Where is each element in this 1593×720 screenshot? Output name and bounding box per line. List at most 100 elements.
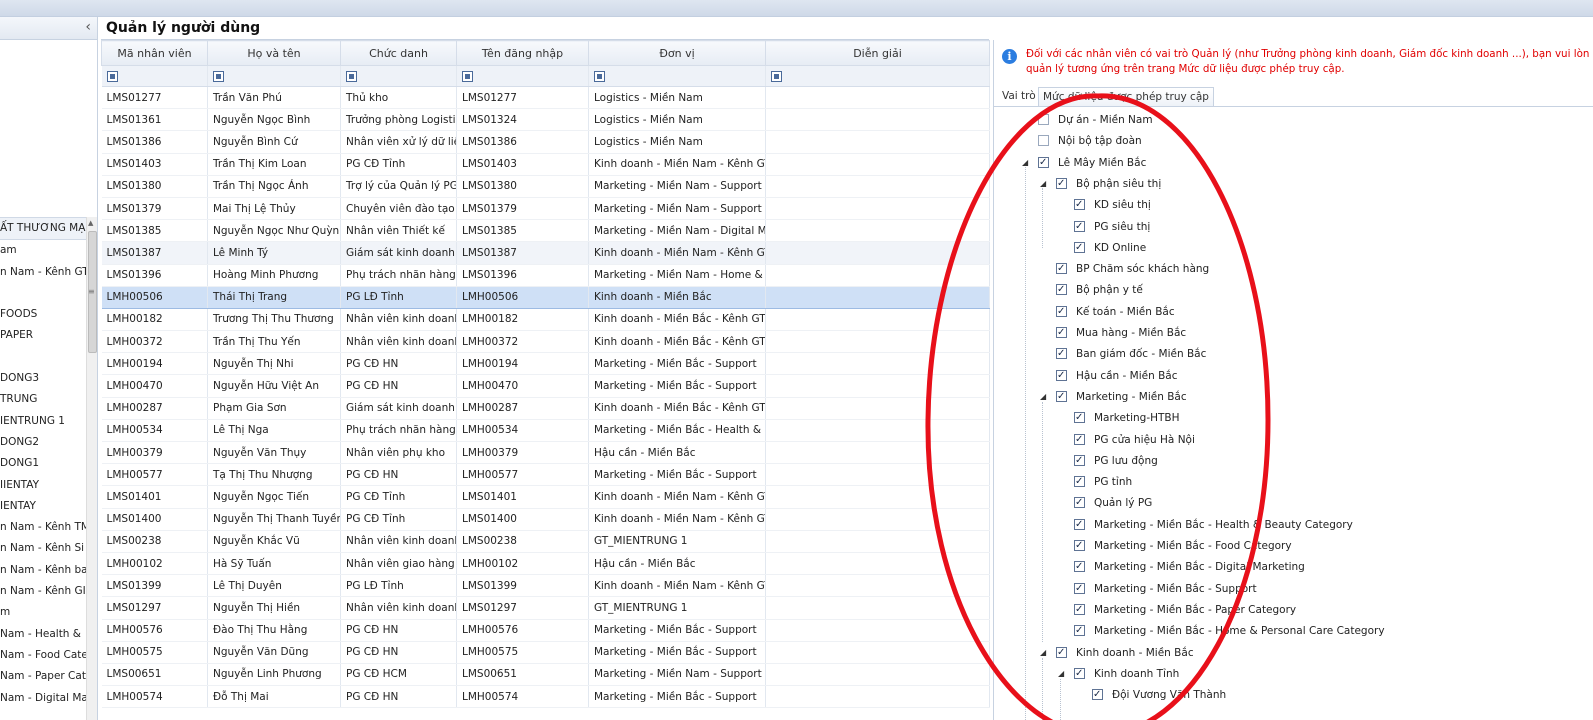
tree-checkbox[interactable] xyxy=(1074,621,1085,641)
filter-icon[interactable] xyxy=(213,70,224,82)
column-header[interactable]: Chức danh xyxy=(340,40,457,66)
tree-checkbox[interactable] xyxy=(1056,387,1067,407)
tree-checkbox[interactable] xyxy=(1092,685,1103,705)
table-row[interactable]: LMS01385 Nguyễn Ngọc Như Quỳnh Nhân viên T… xyxy=(101,219,990,243)
table-row[interactable]: LMH00575 Nguyễn Văn Dũng PG CĐ HN LMH00575 M… xyxy=(101,641,990,664)
tree-checkbox[interactable] xyxy=(1074,579,1085,599)
sidebar-item[interactable]: TRUNG xyxy=(0,389,86,410)
tree-checkbox[interactable] xyxy=(1074,430,1085,450)
table-row[interactable]: LMS00238 Nguyễn Khắc Vũ Nhân viên kinh doa… xyxy=(101,530,990,553)
sidebar-item[interactable]: DONG1 xyxy=(0,453,86,474)
tree-checkbox[interactable] xyxy=(1074,195,1085,215)
filter-icon[interactable] xyxy=(594,70,605,82)
expand-arrow-icon[interactable]: ◢ xyxy=(1022,153,1028,173)
sidebar-item[interactable]: IENTRUNG 1 xyxy=(0,411,86,432)
table-row[interactable]: LMS01277 Trần Văn Phú Thủ kho LMS01277 Logis… xyxy=(101,86,990,110)
tree-checkbox[interactable] xyxy=(1074,515,1085,535)
tree-checkbox[interactable] xyxy=(1038,114,1049,125)
table-row[interactable]: LMH00102 Hà Sỹ Tuấn Nhân viên giao hàng xL… xyxy=(101,552,990,576)
sidebar-item[interactable]: n Nam - Kênh Si xyxy=(0,538,86,559)
column-header[interactable]: Mã nhân viên xyxy=(101,40,208,66)
table-row[interactable]: LMS01400 Nguyễn Thị Thanh Tuyền PG CĐ Tỉnh… xyxy=(101,508,990,531)
sidebar-item[interactable]: IIENTAY xyxy=(0,475,86,496)
table-row[interactable]: LMH00576 Đào Thị Thu Hằng PG CĐ HN LMH00576… xyxy=(101,619,990,642)
chevron-left-icon[interactable]: ‹ xyxy=(85,19,91,35)
column-header[interactable]: Tên đăng nhập xyxy=(456,40,589,66)
expand-arrow-icon[interactable]: ◢ xyxy=(1040,174,1046,194)
sidebar-item[interactable]: Nam - Paper Cat xyxy=(0,666,86,687)
table-row[interactable]: LMS01396 Hoàng Minh Phương Phụ trách nhãn … xyxy=(101,264,990,287)
table-row[interactable]: LMS00651 Nguyễn Linh Phương PG CĐ HCM LMS00… xyxy=(101,663,990,687)
tree-checkbox[interactable] xyxy=(1056,280,1067,300)
column-header[interactable]: Diễn giải xyxy=(765,40,990,66)
sidebar-item[interactable]: FOODS xyxy=(0,304,86,325)
sidebar-item[interactable]: n Nam - Kênh GI xyxy=(0,581,86,602)
tree-checkbox[interactable] xyxy=(1056,302,1067,322)
filter-icon[interactable] xyxy=(771,70,782,82)
sidebar-item[interactable] xyxy=(0,347,86,368)
tree-checkbox[interactable] xyxy=(1074,472,1085,492)
tree-checkbox[interactable] xyxy=(1056,259,1067,279)
table-row[interactable]: LMS01361 Nguyễn Ngọc Bình Trưởng phòng Log… xyxy=(101,108,990,132)
sidebar-item[interactable]: ẤT THƯƠNG MẠI xyxy=(0,217,86,241)
tree-checkbox[interactable] xyxy=(1074,536,1085,556)
sidebar-item[interactable]: n Nam - Kênh ba xyxy=(0,560,86,581)
sidebar-item[interactable]: DONG2 xyxy=(0,432,86,453)
filter-icon[interactable] xyxy=(106,70,118,82)
table-row[interactable]: LMH00534 Lê Thị Nga Phụ trách nhãn hàng LMH… xyxy=(101,419,990,443)
tree-checkbox[interactable] xyxy=(1074,557,1085,577)
tree-checkbox[interactable] xyxy=(1074,217,1085,237)
table-row[interactable]: LMS01380 Trần Thị Ngọc Ánh Trợ lý của Quản… xyxy=(101,175,990,198)
tree-checkbox[interactable] xyxy=(1056,643,1067,663)
filter-icon[interactable] xyxy=(462,70,473,82)
table-row[interactable]: LMH00470 Nguyễn Hữu Việt An PG CĐ HN LMH004… xyxy=(101,374,990,398)
table-row[interactable]: LMS01399 Lê Thị Duyên PG LĐ Tỉnh LMS01399 Ki… xyxy=(101,574,990,598)
sidebar-item[interactable] xyxy=(0,283,86,304)
tab-data-access-level[interactable]: Mức dữ liệu được phép truy cập xyxy=(1038,87,1214,106)
table-row[interactable]: LMS01387 Lê Minh Tý Giám sát kinh doanh LMS… xyxy=(101,241,990,265)
sidebar-item[interactable]: am xyxy=(0,240,86,261)
table-row[interactable]: LMH00506 Thái Thị Trang PG LĐ Tỉnh LMH00506… xyxy=(101,285,990,309)
sidebar-item[interactable]: m xyxy=(0,602,86,623)
table-row[interactable]: LMH00577 Tạ Thị Thu Nhượng PG CĐ HN LMH0057… xyxy=(101,463,990,487)
tree-checkbox[interactable] xyxy=(1074,664,1085,684)
tree-checkbox[interactable] xyxy=(1056,174,1067,194)
sidebar-item[interactable]: Nam - Food Cate xyxy=(0,645,86,666)
tree-checkbox[interactable] xyxy=(1074,600,1085,620)
sidebar-item[interactable]: Nam - Digital Ma xyxy=(0,688,86,709)
expand-arrow-icon[interactable]: ◢ xyxy=(1058,664,1064,684)
table-row[interactable]: LMH00182 Trương Thị Thu Thương Nhân viên k… xyxy=(101,308,990,332)
sidebar-item[interactable]: n Nam - Kênh GT xyxy=(0,262,86,283)
table-row[interactable]: LMH00287 Phạm Gia Sơn Giám sát kinh doanh L… xyxy=(101,397,990,420)
table-row[interactable]: LMH00372 Trần Thị Thu Yến Nhân viên kinh d… xyxy=(101,330,990,354)
tree-checkbox[interactable] xyxy=(1074,408,1085,428)
expand-arrow-icon[interactable]: ◢ xyxy=(1040,643,1046,663)
table-row[interactable]: LMH00379 Nguyễn Văn Thụy Nhân viên phụ kho… xyxy=(101,441,990,465)
sidebar-scrollbar[interactable]: ▲ ≡ xyxy=(86,217,97,720)
table-row[interactable]: LMS01379 Mai Thị Lệ Thủy Chuyên viên đào t… xyxy=(101,197,990,221)
table-row[interactable]: LMS01386 Nguyễn Bình Cứ Nhân viên xử lý dữ… xyxy=(101,130,990,154)
column-header[interactable]: Họ và tên xyxy=(207,40,341,66)
sidebar-item[interactable]: Nam - Health & xyxy=(0,624,86,645)
tree-checkbox[interactable] xyxy=(1038,135,1049,147)
table-row[interactable]: LMS01401 Nguyễn Ngọc Tiến PG CĐ Tỉnh LMS014… xyxy=(101,485,990,509)
filter-icon[interactable] xyxy=(346,70,357,82)
tree-checkbox[interactable] xyxy=(1074,493,1085,513)
tree-checkbox[interactable] xyxy=(1074,238,1085,258)
tree-checkbox[interactable] xyxy=(1056,366,1067,386)
tree-checkbox[interactable] xyxy=(1074,451,1085,471)
sidebar-item[interactable]: DONG3 xyxy=(0,368,86,389)
sidebar-item[interactable]: PAPER xyxy=(0,325,86,346)
sidebar-item[interactable]: IENTAY xyxy=(0,496,86,517)
table-row[interactable]: LMS01297 Nguyễn Thị Hiền Nhân viên kinh do… xyxy=(101,596,990,620)
tree-checkbox[interactable] xyxy=(1056,323,1067,343)
table-row[interactable]: LMH00194 Nguyễn Thị Nhi PG CĐ HN LMH00194 Ma… xyxy=(101,352,990,376)
sidebar-item[interactable]: n Nam - Kênh TM xyxy=(0,517,86,538)
table-row[interactable]: LMS01403 Trần Thị Kim Loan PG CĐ Tỉnh LMS01… xyxy=(101,153,990,176)
column-header[interactable]: Đơn vị xyxy=(588,40,766,66)
tab-roles[interactable]: Vai trò xyxy=(998,87,1040,105)
tree-checkbox[interactable] xyxy=(1056,344,1067,364)
expand-arrow-icon[interactable]: ◢ xyxy=(1040,387,1046,407)
tree-checkbox[interactable] xyxy=(1038,153,1049,173)
table-row[interactable]: LMH00574 Đỗ Thị Mai PG CĐ HN LMH00574 Market… xyxy=(101,685,990,709)
